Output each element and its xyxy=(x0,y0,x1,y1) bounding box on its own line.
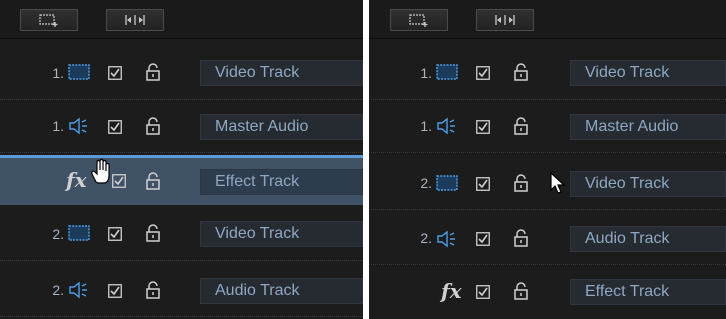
audio-track-icon xyxy=(436,117,458,135)
right-track-panel: 1. Video Track 1. Master Audio 2. Video … xyxy=(369,0,726,319)
track-number: 1. xyxy=(52,118,64,134)
video-track-icon xyxy=(68,225,90,241)
arrow-cursor-icon xyxy=(550,171,566,194)
track-name-label[interactable]: Master Audio xyxy=(570,114,726,140)
track-number: 2. xyxy=(420,175,432,191)
track-row[interactable]: 2. Audio Track xyxy=(369,212,726,265)
unlock-icon[interactable] xyxy=(513,174,529,192)
track-number: 1. xyxy=(52,65,64,81)
track-number: 2. xyxy=(52,226,64,242)
track-name-label[interactable]: Video Track xyxy=(200,60,363,86)
track-name-label[interactable]: Video Track xyxy=(570,60,726,86)
track-name-label[interactable]: Video Track xyxy=(200,221,363,247)
video-track-icon xyxy=(68,64,90,80)
unlock-icon[interactable] xyxy=(145,63,161,81)
left-track-panel: 1. Video Track 1. Master Audio fx Effect… xyxy=(0,0,363,319)
unlock-icon[interactable] xyxy=(145,117,161,135)
track-name-label[interactable]: Video Track xyxy=(570,171,726,197)
track-number: 1. xyxy=(420,118,432,134)
track-name-label[interactable]: Audio Track xyxy=(570,226,726,252)
unlock-icon[interactable] xyxy=(513,63,529,81)
unlock-icon[interactable] xyxy=(145,172,161,190)
track-row[interactable]: 1. Master Audio xyxy=(369,100,726,153)
track-row[interactable]: 1. Video Track xyxy=(369,47,726,100)
unlock-icon[interactable] xyxy=(513,229,529,247)
audio-track-icon xyxy=(436,230,458,248)
unlock-icon[interactable] xyxy=(145,224,161,242)
add-track-icon xyxy=(39,14,58,27)
video-track-icon xyxy=(436,64,458,80)
fit-timeline-icon xyxy=(495,15,515,25)
track-name-label[interactable]: Master Audio xyxy=(200,114,363,140)
add-track-button[interactable] xyxy=(390,9,448,31)
unlock-icon[interactable] xyxy=(513,117,529,135)
audio-track-icon xyxy=(68,281,90,299)
add-track-icon xyxy=(409,14,428,27)
track-number: 2. xyxy=(420,230,432,246)
audio-track-icon xyxy=(68,117,90,135)
track-row[interactable]: 2. Video Track xyxy=(0,208,363,261)
hand-cursor-icon xyxy=(91,158,110,184)
track-row[interactable]: fx Effect Track xyxy=(369,266,726,319)
track-enable-checkbox[interactable] xyxy=(476,285,490,299)
track-enable-checkbox[interactable] xyxy=(476,232,490,246)
track-row[interactable]: 2. Video Track xyxy=(369,157,726,210)
track-enable-checkbox[interactable] xyxy=(108,227,122,241)
track-enable-checkbox[interactable] xyxy=(108,66,122,80)
fx-icon: fx xyxy=(66,168,87,192)
video-track-icon xyxy=(436,175,458,191)
track-number: 2. xyxy=(52,282,64,298)
unlock-icon[interactable] xyxy=(513,282,529,300)
track-enable-checkbox[interactable] xyxy=(476,177,490,191)
track-name-label[interactable]: Audio Track xyxy=(200,278,363,304)
track-enable-checkbox[interactable] xyxy=(108,120,122,134)
track-enable-checkbox[interactable] xyxy=(112,174,126,188)
track-enable-checkbox[interactable] xyxy=(108,284,122,298)
track-row-dragging[interactable]: fx Effect Track xyxy=(0,155,363,205)
fx-icon: fx xyxy=(441,279,462,303)
track-toolbar xyxy=(369,0,726,39)
fit-timeline-button[interactable] xyxy=(476,9,534,31)
track-name-label[interactable]: Effect Track xyxy=(570,279,726,305)
track-toolbar xyxy=(0,0,363,39)
track-row[interactable]: 1. Video Track xyxy=(0,47,363,100)
track-enable-checkbox[interactable] xyxy=(476,66,490,80)
track-name-label[interactable]: Effect Track xyxy=(200,169,363,195)
add-track-button[interactable] xyxy=(20,9,78,31)
fit-timeline-icon xyxy=(125,15,145,25)
fit-timeline-button[interactable] xyxy=(106,9,164,31)
track-number: 1. xyxy=(420,65,432,81)
track-row[interactable]: 2. Audio Track xyxy=(0,264,363,317)
unlock-icon[interactable] xyxy=(145,281,161,299)
track-row[interactable]: 1. Master Audio xyxy=(0,100,363,153)
track-enable-checkbox[interactable] xyxy=(476,120,490,134)
